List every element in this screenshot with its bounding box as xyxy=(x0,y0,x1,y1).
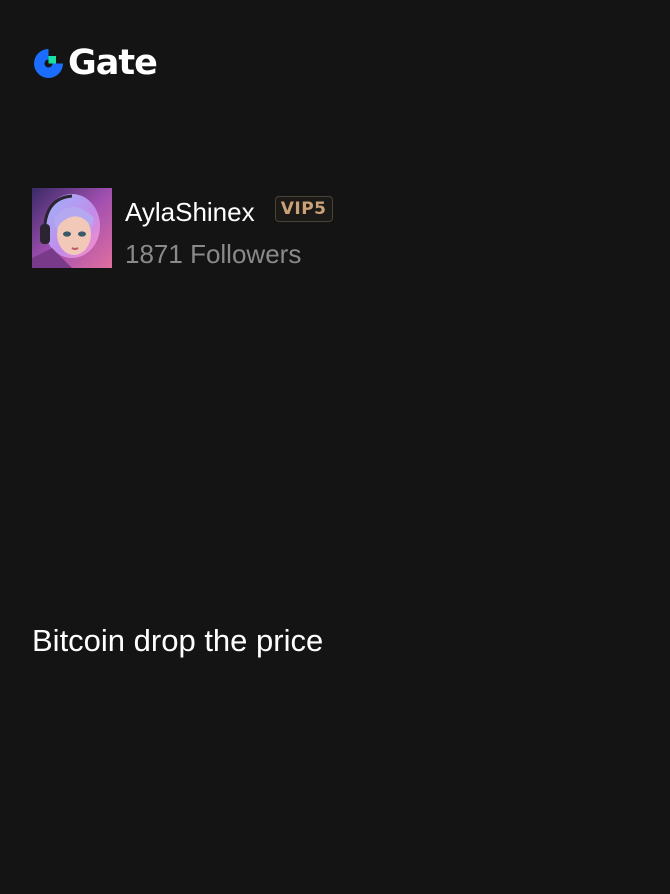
name-row: AylaShinex VIP5 xyxy=(125,188,333,236)
gate-logo: Gate xyxy=(32,43,158,83)
user-avatar[interactable] xyxy=(32,188,112,268)
post-content: Bitcoin drop the price xyxy=(32,623,324,658)
username[interactable]: AylaShinex xyxy=(125,188,255,236)
brand-name: Gate xyxy=(68,43,158,83)
profile-info: AylaShinex VIP5 1871 Followers xyxy=(125,188,333,272)
user-profile[interactable]: AylaShinex VIP5 1871 Followers xyxy=(32,188,333,272)
gate-logo-icon xyxy=(34,48,63,78)
vip-badge: VIP5 xyxy=(274,196,333,222)
followers-count: 1871 Followers xyxy=(125,239,302,269)
